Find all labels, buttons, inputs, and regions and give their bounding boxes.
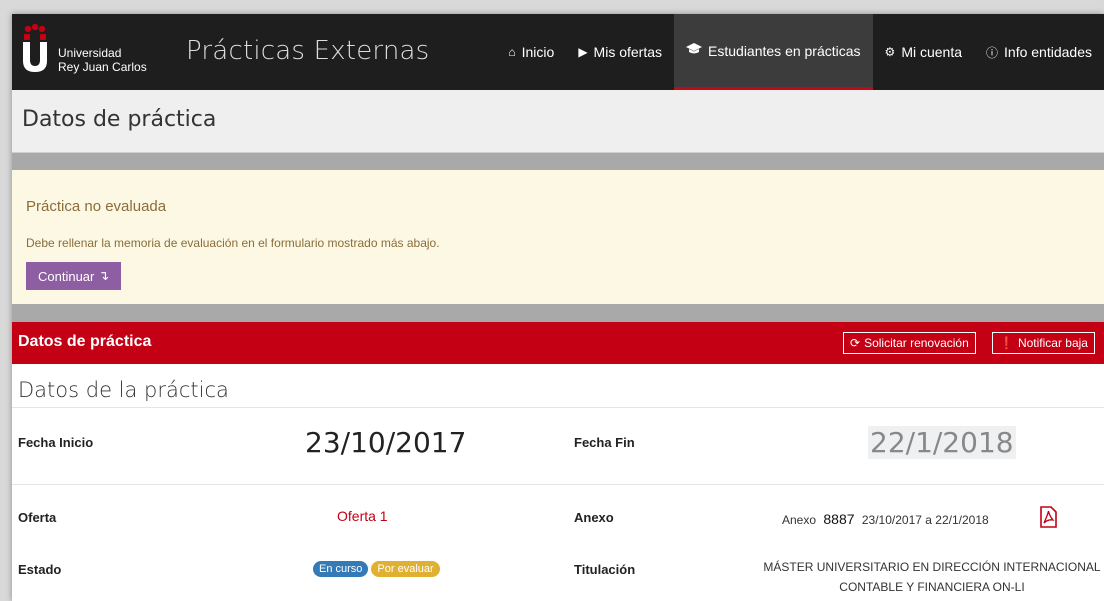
titulacion-line1: MÁSTER UNIVERSITARIO EN DIRECCIÓN INTERN…	[763, 560, 1101, 574]
panel-title: Datos de práctica	[18, 333, 152, 350]
separator-band-2	[12, 304, 1104, 322]
notificar-baja-label: Notificar baja	[1017, 336, 1088, 350]
fecha-inicio-value: 23/10/2017	[305, 426, 467, 459]
titulacion-value: MÁSTER UNIVERSITARIO EN DIRECCIÓN INTERN…	[752, 557, 1104, 597]
home-icon: ⌂	[508, 45, 516, 59]
exclamation-circle-icon: ❗	[999, 336, 1014, 350]
panel-header: Datos de práctica ⟳ Solicitar renovación…	[12, 322, 1104, 364]
refresh-icon: ⟳	[850, 336, 861, 350]
logo-text: Universidad Rey Juan Carlos	[58, 46, 147, 74]
status-badge-en-curso: En curso	[313, 561, 369, 577]
logo-line2: Rey Juan Carlos	[58, 60, 147, 74]
section-divider	[12, 407, 1104, 408]
oferta-label: Oferta	[18, 510, 57, 525]
evaluation-alert: Práctica no evaluada Debe rellenar la me…	[12, 170, 1104, 304]
logo-line1: Universidad	[58, 46, 122, 60]
arrow-down-icon: ↴	[98, 268, 110, 283]
main-nav: ⌂ Inicio ▶ Mis ofertas Estudiantes en pr…	[496, 14, 1104, 90]
anexo-number: 8887	[823, 511, 855, 527]
nav-mis-ofertas[interactable]: ▶ Mis ofertas	[566, 14, 674, 90]
anexo-value: Anexo 8887 23/10/2017 a 22/1/2018	[782, 511, 989, 527]
continue-button[interactable]: Continuar ↴	[26, 262, 122, 290]
anexo-range: 23/10/2017 a 22/1/2018	[861, 513, 989, 527]
info-circle-icon: ⓘ	[986, 45, 999, 60]
nav-inicio[interactable]: ⌂ Inicio	[496, 14, 566, 90]
nav-mi-cuenta-label: Mi cuenta	[901, 44, 963, 60]
solicitar-renovacion-label: Solicitar renovación	[864, 336, 969, 350]
nav-info-entidades[interactable]: ⓘ Info entidades	[974, 14, 1104, 90]
app-title[interactable]: Prácticas Externas	[186, 36, 429, 66]
titulacion-label: Titulación	[574, 562, 636, 577]
titulacion-line2: CONTABLE Y FINANCIERA ON-LI	[839, 580, 1025, 594]
nav-mi-cuenta[interactable]: ⚙ Mi cuenta	[873, 14, 974, 90]
anexo-prefix: Anexo	[782, 513, 817, 527]
nav-estudiantes-label: Estudiantes en prácticas	[708, 42, 861, 59]
gears-icon: ⚙	[884, 45, 896, 59]
estado-badges: En curso Por evaluar	[313, 561, 440, 577]
alert-title: Práctica no evaluada	[26, 198, 167, 215]
section-title: Datos de la práctica	[18, 378, 229, 402]
fecha-fin-value: 22/1/2018	[868, 426, 1016, 459]
oferta-link[interactable]: Oferta 1	[337, 508, 388, 524]
continue-button-label: Continuar	[38, 268, 95, 284]
nav-mis-ofertas-label: Mis ofertas	[593, 44, 663, 60]
row-divider	[12, 484, 1104, 485]
urjc-logo-icon	[23, 24, 47, 72]
anexo-label: Anexo	[574, 510, 614, 525]
nav-inicio-label: Inicio	[521, 44, 555, 60]
page-title: Datos de práctica	[22, 107, 217, 132]
tag-icon: ▶	[578, 45, 588, 59]
status-badge-por-evaluar: Por evaluar	[371, 561, 440, 577]
pdf-file-icon[interactable]	[1038, 506, 1058, 528]
nav-info-entidades-label: Info entidades	[1004, 44, 1092, 60]
fecha-fin-label: Fecha Fin	[574, 435, 635, 450]
university-logo[interactable]: Universidad Rey Juan Carlos	[20, 24, 160, 76]
estado-label: Estado	[18, 562, 62, 577]
nav-estudiantes-en-practicas[interactable]: Estudiantes en prácticas	[674, 14, 873, 90]
browser-page: Universidad Rey Juan Carlos Prácticas Ex…	[12, 14, 1104, 601]
separator-band	[12, 153, 1104, 170]
solicitar-renovacion-button[interactable]: ⟳ Solicitar renovación	[843, 332, 976, 354]
notificar-baja-button[interactable]: ❗ Notificar baja	[992, 332, 1095, 354]
alert-text: Debe rellenar la memoria de evaluación e…	[26, 236, 440, 250]
fecha-inicio-label: Fecha Inicio	[18, 435, 94, 450]
top-navbar: Universidad Rey Juan Carlos Prácticas Ex…	[12, 14, 1104, 90]
page-header: Datos de práctica	[12, 90, 1104, 153]
graduation-cap-icon	[686, 43, 703, 58]
